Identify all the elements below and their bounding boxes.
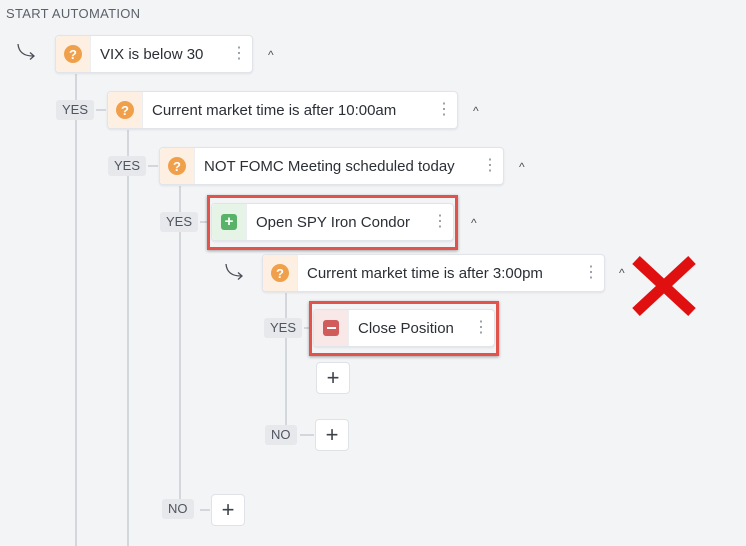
condition-icon-cell: ? bbox=[108, 92, 143, 128]
question-icon: ? bbox=[64, 45, 82, 63]
question-icon: ? bbox=[271, 264, 289, 282]
question-icon: ? bbox=[116, 101, 134, 119]
add-step-button[interactable]: + bbox=[316, 362, 350, 394]
connector-line bbox=[200, 509, 210, 511]
start-automation-title: START AUTOMATION bbox=[6, 6, 141, 21]
curved-arrow-icon bbox=[225, 263, 243, 280]
chevron-up-icon[interactable]: ^ bbox=[268, 48, 274, 62]
curved-arrow-icon bbox=[17, 43, 35, 60]
question-icon: ? bbox=[168, 157, 186, 175]
kebab-menu-icon[interactable]: ⋮ bbox=[431, 102, 457, 118]
condition-node-vix[interactable]: ? VIX is below 30 ⋮ bbox=[55, 35, 253, 73]
connector-line bbox=[75, 74, 77, 546]
branch-label-yes: YES bbox=[264, 318, 303, 338]
kebab-menu-icon[interactable]: ⋮ bbox=[578, 265, 604, 281]
condition-node-fomc[interactable]: ? NOT FOMC Meeting scheduled today ⋮ bbox=[159, 147, 504, 185]
highlight-box-open-condor bbox=[207, 195, 458, 250]
branch-label-no: NO bbox=[162, 499, 194, 519]
add-step-button[interactable]: + bbox=[211, 494, 245, 526]
connector-line bbox=[300, 434, 314, 436]
condition-icon-cell: ? bbox=[263, 255, 298, 291]
node-label: VIX is below 30 bbox=[100, 45, 204, 63]
add-step-button[interactable]: + bbox=[315, 419, 349, 451]
node-label: Current market time is after 3:00pm bbox=[307, 264, 543, 282]
chevron-up-icon[interactable]: ^ bbox=[519, 160, 525, 174]
condition-node-time-10am[interactable]: ? Current market time is after 10:00am ⋮ bbox=[107, 91, 458, 129]
node-label: Current market time is after 10:00am bbox=[152, 101, 397, 119]
chevron-up-icon[interactable]: ^ bbox=[471, 216, 477, 230]
chevron-up-icon[interactable]: ^ bbox=[619, 266, 625, 280]
red-x-icon bbox=[632, 255, 696, 317]
connector-line bbox=[148, 165, 158, 167]
branch-label-yes: YES bbox=[108, 156, 147, 176]
condition-icon-cell: ? bbox=[160, 148, 195, 184]
node-label: NOT FOMC Meeting scheduled today bbox=[204, 157, 455, 175]
condition-icon-cell: ? bbox=[56, 36, 91, 72]
connector-line bbox=[285, 293, 287, 435]
kebab-menu-icon[interactable]: ⋮ bbox=[477, 158, 503, 174]
kebab-menu-icon[interactable]: ⋮ bbox=[226, 46, 252, 62]
highlight-box-close-position bbox=[309, 301, 499, 356]
chevron-up-icon[interactable]: ^ bbox=[473, 104, 479, 118]
branch-label-yes: YES bbox=[160, 212, 199, 232]
branch-label-no: NO bbox=[265, 425, 297, 445]
condition-node-time-3pm[interactable]: ? Current market time is after 3:00pm ⋮ bbox=[262, 254, 605, 292]
connector-line bbox=[179, 186, 181, 508]
connector-line bbox=[96, 109, 106, 111]
branch-label-yes: YES bbox=[56, 100, 95, 120]
connector-line bbox=[127, 130, 129, 546]
